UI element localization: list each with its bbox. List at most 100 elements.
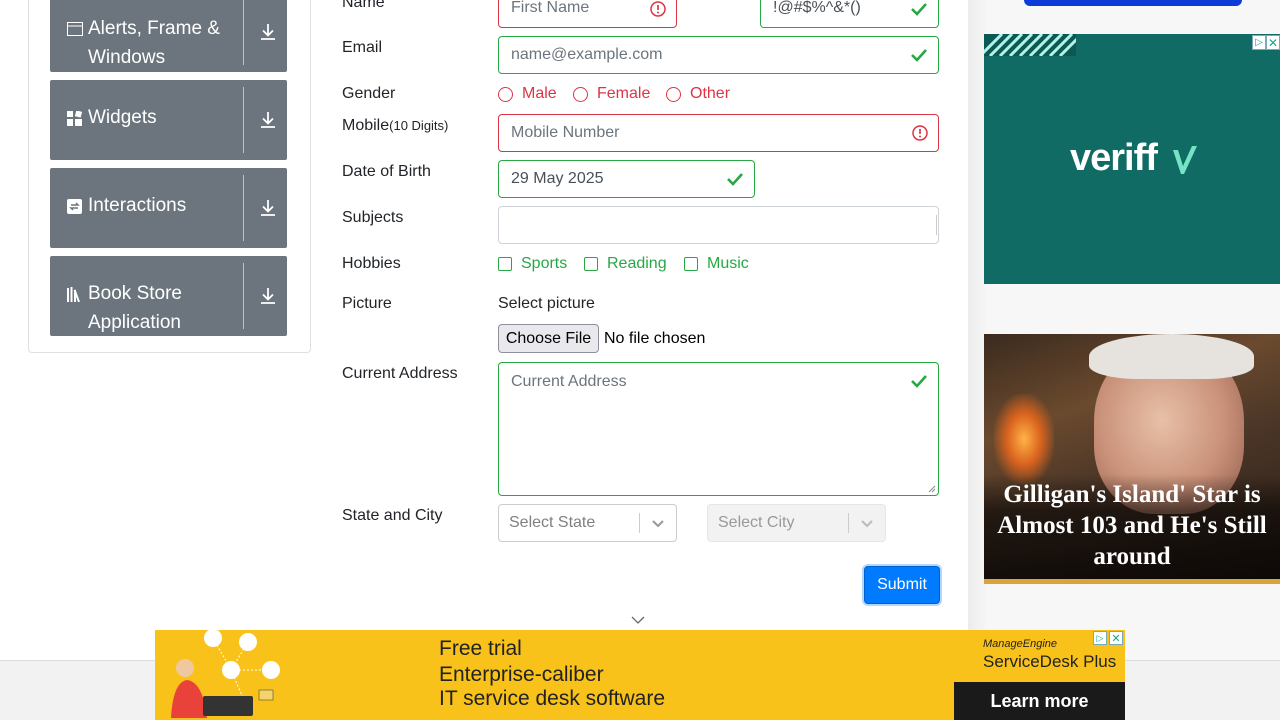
gender-radio-female[interactable]: Female xyxy=(573,85,650,103)
veriff-ad[interactable]: veriff xyxy=(984,34,1280,284)
dob-label: Date of Birth xyxy=(342,163,431,180)
subjects-input[interactable] xyxy=(498,206,939,244)
fireplace-glow xyxy=(994,394,1054,484)
check-icon xyxy=(911,49,927,62)
download-icon[interactable] xyxy=(259,22,277,42)
state-city-label: State and City xyxy=(342,507,443,524)
checkbox-box[interactable] xyxy=(498,257,512,271)
name-label: Name xyxy=(342,0,385,11)
divider xyxy=(243,263,244,329)
gilligan-ad[interactable]: Gilligan's Island' Star is Almost 103 an… xyxy=(984,334,1280,584)
error-icon xyxy=(650,1,666,17)
email-label: Email xyxy=(342,39,383,56)
mobile-label-text: Mobile xyxy=(342,117,390,134)
veriff-logo: veriff xyxy=(1070,137,1158,179)
download-icon[interactable] xyxy=(259,110,277,130)
veriff-mark-icon xyxy=(1173,146,1197,174)
ad-bottom-bar xyxy=(984,579,1280,584)
window-icon xyxy=(67,22,83,36)
current-address-textarea[interactable]: Current Address xyxy=(498,362,939,496)
interactions-icon xyxy=(67,199,82,214)
file-status: No file chosen xyxy=(604,330,706,347)
radio-circle[interactable] xyxy=(666,86,681,102)
resize-handle-icon[interactable] xyxy=(928,485,936,493)
learn-more-button[interactable]: Learn more xyxy=(954,682,1125,720)
check-icon xyxy=(727,173,743,186)
banner-line1: Free trial xyxy=(439,637,522,660)
radio-label: Other xyxy=(690,85,731,102)
last-name-input[interactable]: !@#$%^&*() xyxy=(760,0,939,28)
servicedesk-banner-ad[interactable]: Free trial Enterprise-caliber IT service… xyxy=(155,630,1125,720)
sidebar-group-label: Interactions xyxy=(88,195,187,216)
books-icon xyxy=(67,287,80,302)
city-placeholder: Select City xyxy=(718,514,795,531)
divider xyxy=(243,87,244,153)
sidebar-group-label: Application xyxy=(88,312,181,333)
checkbox-label: Reading xyxy=(607,255,667,272)
subjects-label: Subjects xyxy=(342,209,404,226)
hobby-checkbox-reading[interactable]: Reading xyxy=(584,255,667,273)
address-placeholder: Current Address xyxy=(511,373,627,390)
select-divider xyxy=(639,513,640,533)
state-select[interactable]: Select State xyxy=(498,504,677,542)
error-icon xyxy=(912,125,928,141)
sidebar-group-widgets[interactable]: Widgets xyxy=(50,80,287,160)
banner-line3: IT service desk software xyxy=(439,687,666,710)
dob-value: 29 May 2025 xyxy=(511,170,604,187)
gender-radio-male[interactable]: Male xyxy=(498,85,557,103)
address-label: Current Address xyxy=(342,365,458,382)
city-select[interactable]: Select City xyxy=(707,504,886,542)
scroll-down-chevron-icon[interactable] xyxy=(631,615,645,625)
first-name-input[interactable]: First Name xyxy=(498,0,677,28)
mobile-label: Mobile(10 Digits) xyxy=(342,117,448,135)
hobby-checkbox-music[interactable]: Music xyxy=(684,255,749,273)
sidebar-group-label: Windows xyxy=(88,47,166,68)
dob-input[interactable]: 29 May 2025 xyxy=(498,160,755,198)
ad-stripe-pattern xyxy=(984,34,1076,56)
state-placeholder: Select State xyxy=(509,514,596,531)
submit-button[interactable]: Submit xyxy=(864,566,940,604)
sidebar-group-interactions[interactable]: Interactions xyxy=(50,168,287,248)
first-name-placeholder: First Name xyxy=(511,0,590,16)
sidebar-group-label: Alerts, Frame & xyxy=(88,18,220,39)
banner-brand-top: ManageEngine xyxy=(983,638,1058,650)
checkbox-box[interactable] xyxy=(584,257,598,271)
ad-top-button[interactable] xyxy=(1024,0,1242,6)
select-divider xyxy=(848,513,849,533)
sidebar-group-label: Book Store xyxy=(88,283,182,304)
ad-close-icon[interactable]: ✕ xyxy=(1109,631,1123,645)
sidebar-group-alerts[interactable]: Alerts, Frame & Windows xyxy=(50,0,287,72)
sidebar-group-book-store[interactable]: Book Store Application xyxy=(50,256,287,336)
checkbox-box[interactable] xyxy=(684,257,698,271)
choose-file-button[interactable]: Choose File xyxy=(498,324,599,353)
mobile-placeholder: Mobile Number xyxy=(511,124,620,141)
adchoices-icon[interactable]: ▷ xyxy=(1093,631,1107,645)
download-icon[interactable] xyxy=(259,198,277,218)
checkbox-label: Sports xyxy=(521,255,568,272)
checkbox-label: Music xyxy=(707,255,749,272)
ad-close-icon[interactable]: ✕ xyxy=(1266,35,1280,50)
radio-circle[interactable] xyxy=(498,86,513,102)
banner-brand: ServiceDesk Plus xyxy=(983,652,1117,671)
last-name-value: !@#$%^&*() xyxy=(773,0,861,16)
chevron-down-icon xyxy=(652,520,664,528)
email-input[interactable]: name@example.com xyxy=(498,36,939,74)
sidebar-group-label: Widgets xyxy=(88,107,157,128)
hobby-checkbox-sports[interactable]: Sports xyxy=(498,255,567,273)
mobile-hint: (10 Digits) xyxy=(389,118,449,133)
gender-label: Gender xyxy=(342,85,396,102)
hobbies-label: Hobbies xyxy=(342,255,401,272)
radio-circle[interactable] xyxy=(573,86,588,102)
gender-radio-other[interactable]: Other xyxy=(666,85,730,103)
picture-label: Picture xyxy=(342,295,392,312)
check-icon xyxy=(911,3,927,16)
email-placeholder: name@example.com xyxy=(511,46,663,63)
mobile-input[interactable]: Mobile Number xyxy=(498,114,939,152)
banner-line2: Enterprise-caliber xyxy=(439,663,604,686)
download-icon[interactable] xyxy=(259,286,277,306)
divider xyxy=(243,175,244,241)
subjects-input-divider xyxy=(936,215,937,235)
adchoices-icon[interactable]: ▷ xyxy=(1252,35,1266,50)
gilligan-headline: Gilligan's Island' Star is Almost 103 an… xyxy=(997,481,1267,570)
radio-label: Male xyxy=(522,85,557,102)
